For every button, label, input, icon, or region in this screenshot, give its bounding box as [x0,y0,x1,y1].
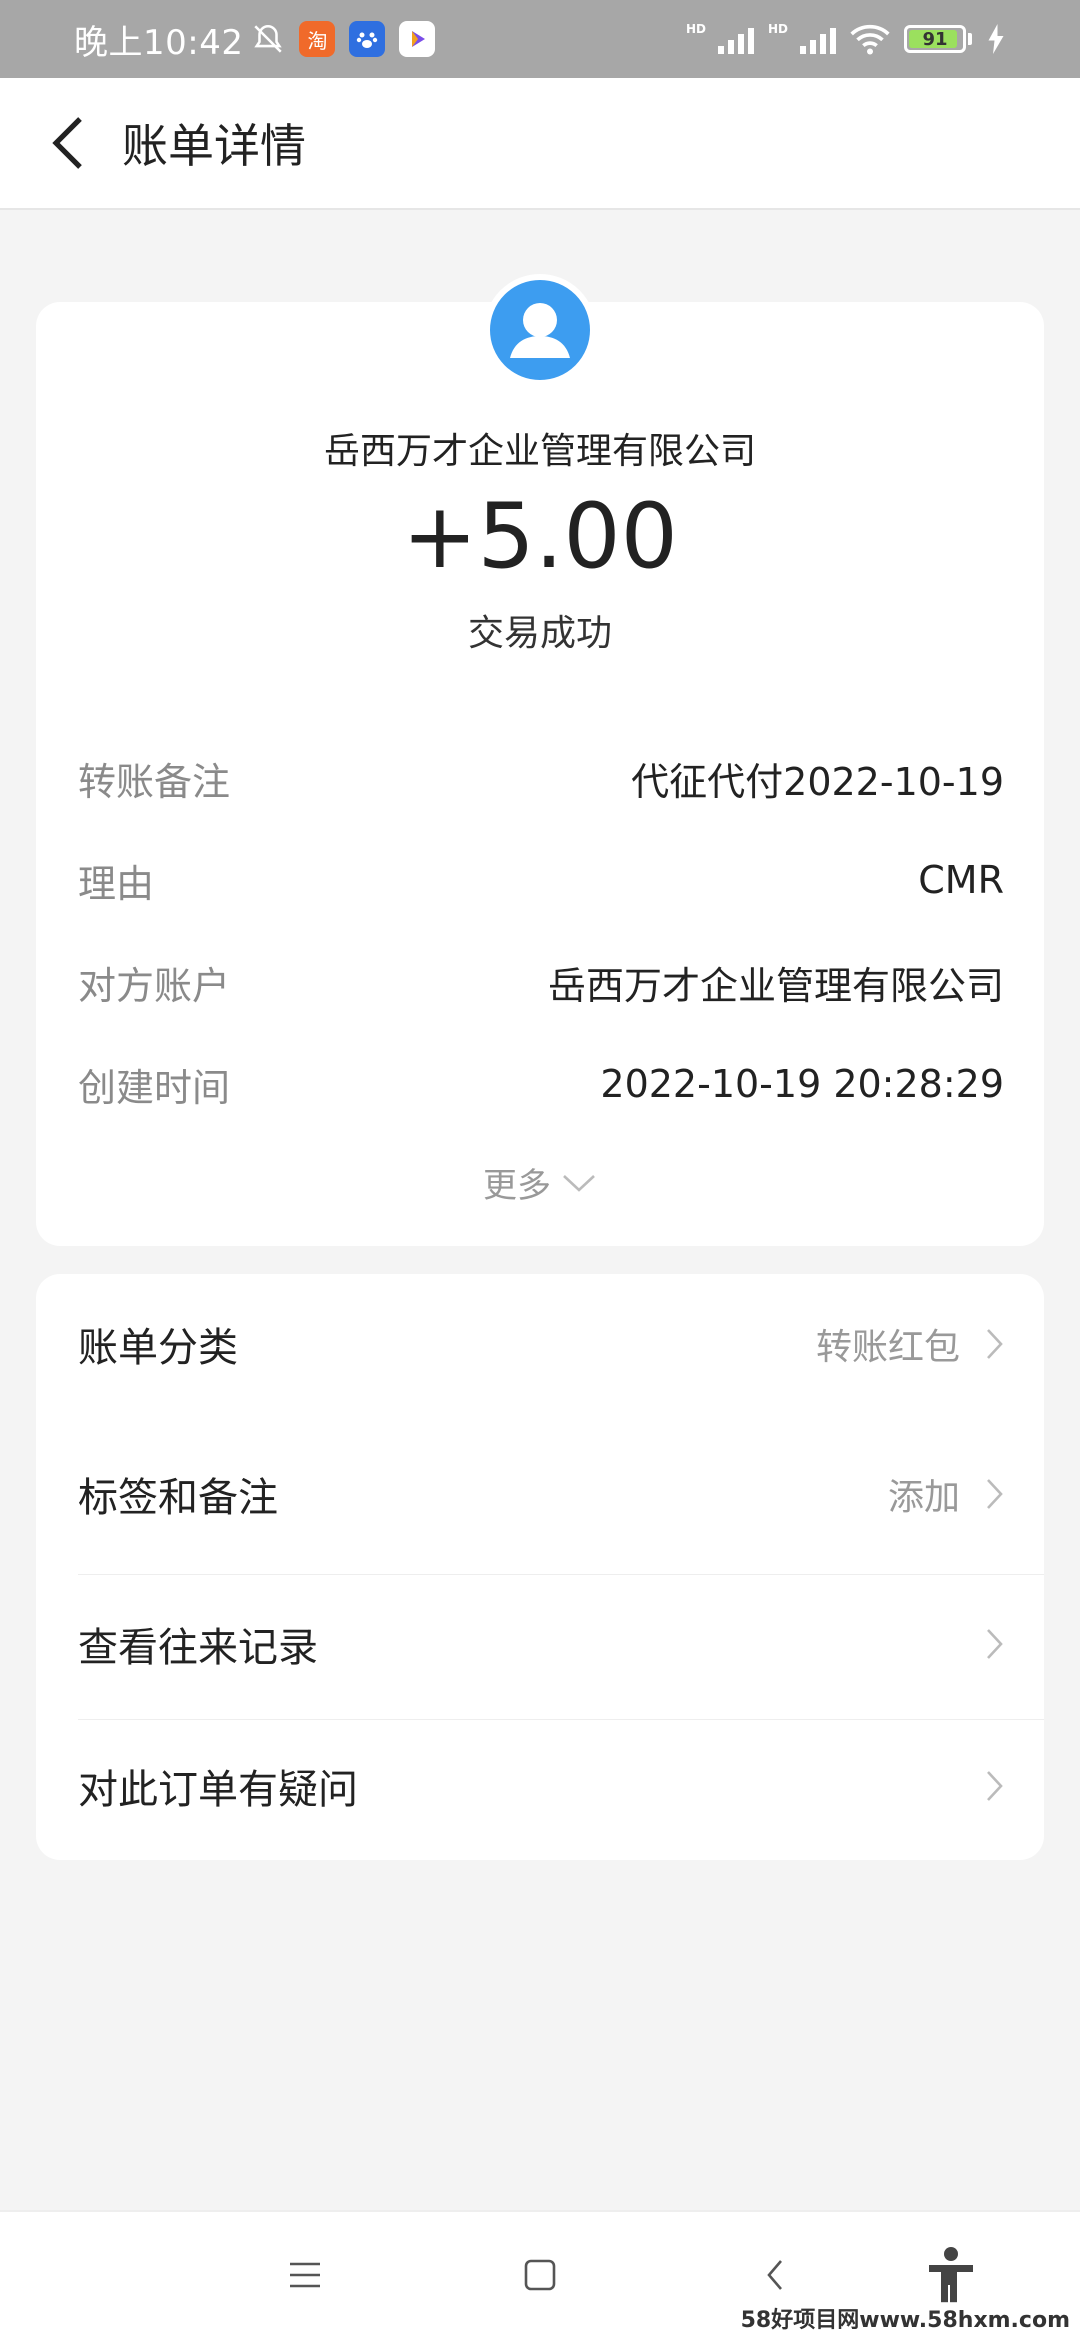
bell-off-icon [254,24,283,53]
chevron-right-icon [987,1771,1003,1801]
avatar [484,274,596,386]
signal-icon [717,24,754,54]
action-label: 查看往来记录 [78,1625,318,1671]
system-nav-bar: 58好项目网www.58hxm.com [0,2210,1080,2340]
detail-label: 转账备注 [78,759,231,804]
hd-label-2: HD [767,22,788,36]
wifi-icon [850,24,890,55]
chevron-left-icon [767,2260,782,2290]
header: 账单详情 [0,78,1080,210]
bill-category-row[interactable]: 账单分类 转账红包 [36,1274,1044,1414]
hd-label: HD [685,22,706,36]
notification-icons: 淘 [251,21,436,57]
baidu-app-icon [349,21,386,57]
action-label: 对此订单有疑问 [78,1767,358,1813]
detail-row-counterparty: 对方账户 岳西万才企业管理有限公司 [78,952,1004,1012]
signal-icon-2 [800,24,836,54]
transaction-card: 岳西万才企业管理有限公司 +5.00 交易成功 转账备注 代征代付2022-10… [36,274,1044,1246]
taobao-app-icon: 淘 [299,21,336,57]
order-question-row[interactable]: 对此订单有疑问 [36,1716,1044,1856]
detail-row-reason: 理由 CMR [78,850,1004,910]
system-back-button[interactable] [740,2240,810,2310]
tags-notes-row[interactable]: 标签和备注 添加 [36,1424,1044,1564]
transaction-status: 交易成功 [467,613,612,654]
user-icon [510,303,570,358]
more-label: 更多 [483,1166,551,1206]
detail-value: CMR [918,858,1004,902]
chevron-left-icon [52,117,82,169]
more-button[interactable]: 更多 [36,1158,1044,1207]
detail-value: 代征代付2022-10-19 [631,759,1004,804]
watermark: 58好项目网www.58hxm.com [736,2302,1074,2334]
detail-label: 对方账户 [78,963,231,1008]
action-label: 账单分类 [78,1325,238,1371]
action-label: 标签和备注 [78,1475,278,1521]
detail-value: 2022-10-19 20:28:29 [600,1062,1004,1106]
detail-value: 岳西万才企业管理有限公司 [547,963,1004,1008]
accessibility-icon [929,2247,973,2303]
action-value: 添加 [887,1477,960,1518]
detail-label: 创建时间 [78,1065,231,1110]
status-time: 晚上10:42 [74,22,244,63]
amount: +5.00 [402,484,678,589]
accessibility-button[interactable] [916,2240,986,2310]
battery-level: 91 [922,28,948,50]
battery-tip [968,33,972,45]
back-button[interactable] [28,103,108,183]
chevron-right-icon [987,1629,1003,1659]
detail-label: 理由 [78,861,155,906]
menu-button[interactable] [270,2240,340,2310]
action-value: 转账红包 [815,1327,960,1368]
payer-name: 岳西万才企业管理有限公司 [323,431,756,472]
transaction-history-row[interactable]: 查看往来记录 [36,1574,1044,1714]
status-bar: 晚上10:42 淘 HD HD 91 [0,0,1080,78]
charging-icon [988,24,1004,54]
detail-row-created-time: 创建时间 2022-10-19 20:28:29 [78,1054,1004,1114]
chevron-right-icon [987,1479,1003,1509]
battery-icon: 91 [904,25,966,53]
chevron-right-icon [987,1329,1003,1359]
actions-card: 账单分类 转账红包 标签和备注 添加 查看往来记录 对此订单有疑问 [36,1274,1044,1860]
detail-row-remark: 转账备注 代征代付2022-10-19 [78,748,1004,808]
square-icon [524,2259,556,2291]
home-button[interactable] [505,2240,575,2310]
video-app-icon [399,21,436,57]
system-indicators: HD HD 91 [686,22,1006,56]
page-title: 账单详情 [122,119,306,173]
menu-icon [290,2262,320,2288]
chevron-down-icon [563,1174,595,1192]
